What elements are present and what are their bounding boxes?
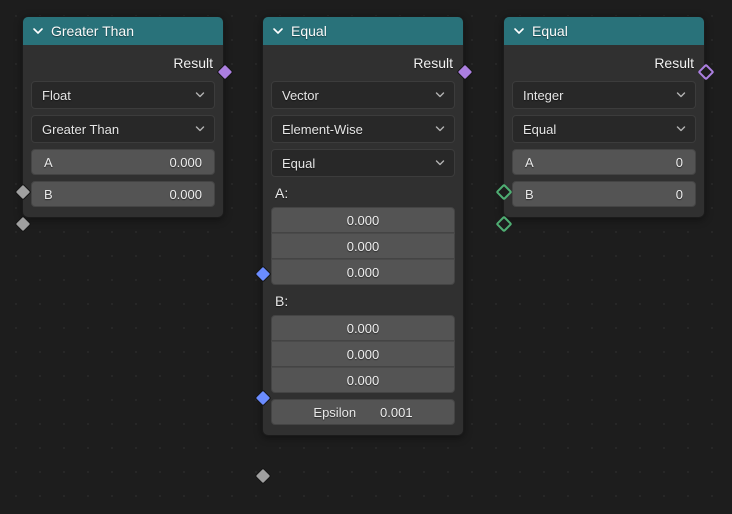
node-header[interactable]: Equal — [263, 17, 463, 45]
vector-b-group: 0.000 0.000 0.000 — [271, 315, 455, 393]
type-select-value: Float — [42, 88, 71, 103]
input-a-value: 0 — [676, 155, 683, 170]
output-label: Result — [173, 55, 213, 71]
epsilon-field[interactable]: Epsilon 0.001 — [271, 399, 455, 425]
node-body: Result Integer Equal A 0 B 0 — [504, 45, 704, 217]
input-a-label: A — [525, 155, 534, 170]
chevron-down-icon — [194, 89, 206, 101]
type-select-value: Vector — [282, 88, 319, 103]
epsilon-value: 0.001 — [380, 405, 413, 420]
operation-select[interactable]: Greater Than — [31, 115, 215, 143]
socket-input-b[interactable] — [15, 216, 32, 233]
input-b-value: 0 — [676, 187, 683, 202]
vector-b-y[interactable]: 0.000 — [271, 341, 455, 367]
type-select[interactable]: Vector — [271, 81, 455, 109]
node-header[interactable]: Greater Than — [23, 17, 223, 45]
vector-a-label: A: — [271, 183, 455, 201]
operation-select-value: Equal — [282, 156, 315, 171]
output-result: Result — [31, 49, 215, 75]
chevron-down-icon — [512, 24, 526, 38]
input-a-field[interactable]: A 0 — [512, 149, 696, 175]
type-select[interactable]: Float — [31, 81, 215, 109]
input-a-field[interactable]: A 0.000 — [31, 149, 215, 175]
output-label: Result — [413, 55, 453, 71]
input-b-value: 0.000 — [169, 187, 202, 202]
output-label: Result — [654, 55, 694, 71]
node-body: Result Float Greater Than A 0.000 B 0.00… — [23, 45, 223, 217]
output-result: Result — [271, 49, 455, 75]
vector-b-z[interactable]: 0.000 — [271, 367, 455, 393]
chevron-down-icon — [194, 123, 206, 135]
input-a-value: 0.000 — [169, 155, 202, 170]
input-b-label: B — [44, 187, 53, 202]
node-title: Equal — [532, 23, 568, 39]
chevron-down-icon — [675, 123, 687, 135]
node-greater-than[interactable]: Greater Than Result Float Greater Than A… — [22, 16, 224, 218]
node-title: Equal — [291, 23, 327, 39]
vector-a-group: 0.000 0.000 0.000 — [271, 207, 455, 285]
socket-epsilon[interactable] — [255, 468, 272, 485]
mode-select-value: Element-Wise — [282, 122, 363, 137]
input-b-label: B — [525, 187, 534, 202]
input-a-label: A — [44, 155, 53, 170]
vector-b-label: B: — [271, 291, 455, 309]
mode-select[interactable]: Element-Wise — [271, 115, 455, 143]
output-result: Result — [512, 49, 696, 75]
node-title: Greater Than — [51, 23, 134, 39]
node-header[interactable]: Equal — [504, 17, 704, 45]
vector-b-x[interactable]: 0.000 — [271, 315, 455, 341]
node-equal-integer[interactable]: Equal Result Integer Equal A 0 B 0 — [503, 16, 705, 218]
chevron-down-icon — [434, 157, 446, 169]
vector-a-y[interactable]: 0.000 — [271, 233, 455, 259]
node-equal-vector[interactable]: Equal Result Vector Element-Wise Equal A… — [262, 16, 464, 436]
operation-select-value: Greater Than — [42, 122, 119, 137]
vector-a-z[interactable]: 0.000 — [271, 259, 455, 285]
type-select-value: Integer — [523, 88, 563, 103]
epsilon-label: Epsilon — [313, 405, 356, 420]
node-body: Result Vector Element-Wise Equal A: 0.00… — [263, 45, 463, 435]
type-select[interactable]: Integer — [512, 81, 696, 109]
chevron-down-icon — [675, 89, 687, 101]
chevron-down-icon — [271, 24, 285, 38]
socket-input-b[interactable] — [496, 216, 513, 233]
operation-select-value: Equal — [523, 122, 556, 137]
input-b-field[interactable]: B 0 — [512, 181, 696, 207]
chevron-down-icon — [434, 89, 446, 101]
chevron-down-icon — [434, 123, 446, 135]
operation-select[interactable]: Equal — [512, 115, 696, 143]
operation-select[interactable]: Equal — [271, 149, 455, 177]
input-b-field[interactable]: B 0.000 — [31, 181, 215, 207]
chevron-down-icon — [31, 24, 45, 38]
vector-a-x[interactable]: 0.000 — [271, 207, 455, 233]
